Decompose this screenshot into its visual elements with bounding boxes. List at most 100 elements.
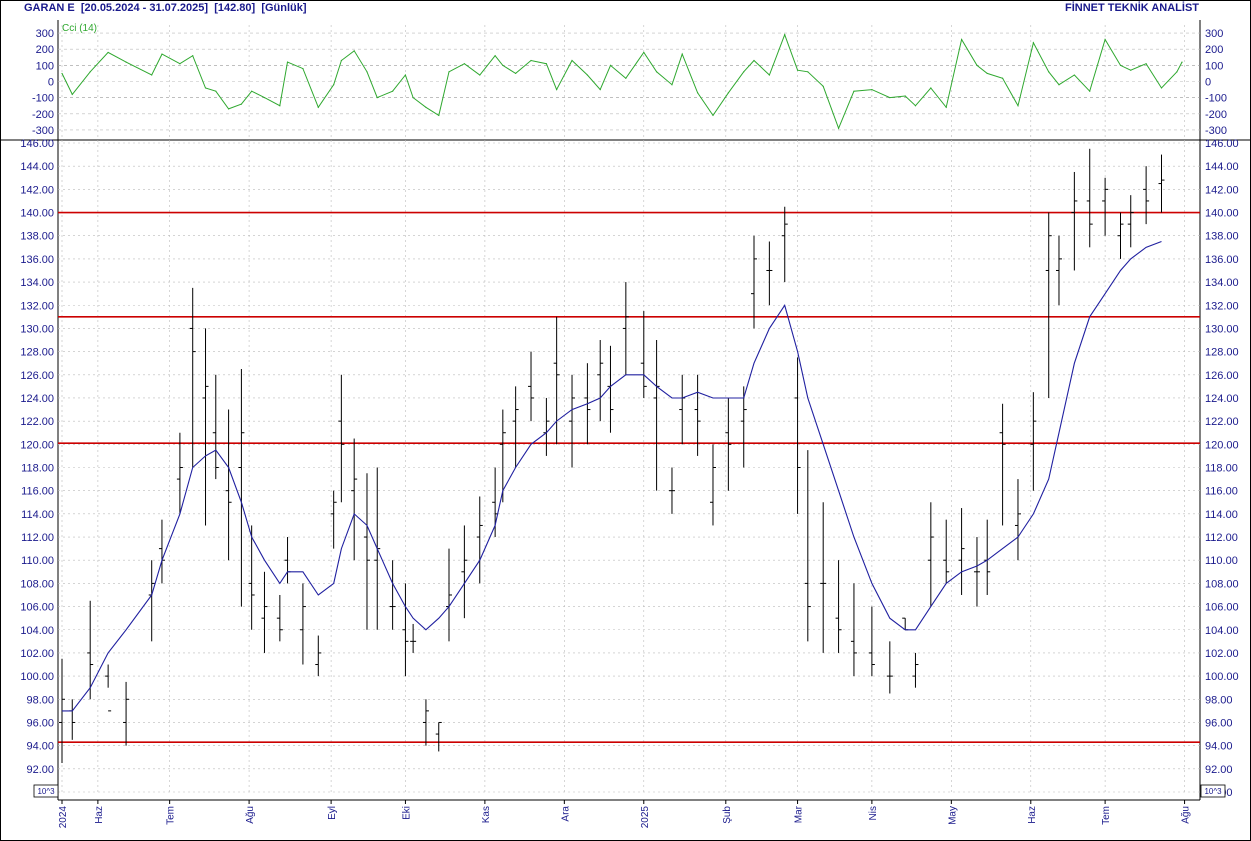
ohlc-bar — [212, 374, 219, 480]
ohlc-bar — [1117, 212, 1124, 259]
cci-tick-label-left: -300 — [32, 125, 54, 137]
ohlc-bar — [1045, 212, 1052, 398]
cci-point — [286, 61, 289, 63]
cci-tick-label-right: 0 — [1205, 77, 1211, 89]
price-tick-label-right: 136.00 — [1205, 254, 1239, 266]
price-tick-label-left: 106.00 — [20, 602, 54, 614]
price-tick-label-left: 142.00 — [20, 184, 54, 196]
price-tick-label-left: 98.00 — [26, 694, 54, 706]
ohlc-bar — [553, 316, 560, 445]
cci-point — [502, 64, 504, 66]
cci-point — [671, 84, 673, 86]
price-tick-label-right: 106.00 — [1205, 602, 1239, 614]
ohlc-bar — [958, 508, 965, 595]
cci-tick-label-right: 100 — [1205, 60, 1223, 72]
ohlc-bar — [158, 519, 165, 584]
price-tick-label-right: 142.00 — [1205, 184, 1239, 196]
cci-tick-label-right: 200 — [1205, 44, 1223, 56]
ohlc-bar — [351, 438, 358, 561]
cci-point — [425, 106, 427, 108]
cci-point — [333, 84, 335, 86]
cci-point — [215, 90, 217, 92]
cci-point — [107, 51, 109, 54]
price-tick-label-right: 100.00 — [1205, 671, 1239, 683]
cci-point — [192, 55, 194, 57]
cci-point — [743, 71, 745, 73]
ohlc-bar — [1086, 148, 1093, 248]
moving-average-line — [62, 240, 1162, 712]
price-tick-label-left: 140.00 — [20, 208, 54, 220]
price-tick-label-right: 110.00 — [1205, 555, 1238, 567]
price-tick-label-right: 128.00 — [1205, 347, 1239, 359]
price-tick-label-left: 112.00 — [21, 532, 54, 544]
cci-point — [871, 88, 873, 91]
cci-point — [1119, 64, 1122, 66]
ohlc-bar — [315, 635, 322, 677]
ohlc-bar — [640, 311, 647, 398]
x-tick-label: Tem — [1101, 806, 1112, 825]
chart-svg: 2024 Haz Tem Ağu Eyl Eki Kas Ara 2025 Şub Mar Nis Ma… — [0, 0, 1251, 828]
ohlc-bar — [750, 235, 757, 329]
ohlc-bar — [225, 409, 232, 561]
price-tick-label-left: 126.00 — [20, 370, 54, 382]
x-tick-label: Eki — [401, 806, 412, 820]
cci-point — [392, 90, 394, 92]
ohlc-bar — [123, 681, 130, 746]
cci-point — [837, 127, 840, 129]
price-tick-label-left: 144.00 — [20, 161, 54, 173]
price-tick-label-right: 134.00 — [1205, 277, 1239, 289]
ohlc-bar — [238, 368, 245, 607]
price-tick-label-right: 130.00 — [1205, 323, 1239, 335]
cci-point — [179, 63, 181, 65]
price-tick-label-right: 108.00 — [1205, 578, 1239, 590]
ohlc-bar — [850, 583, 857, 677]
ohlc-bar — [461, 525, 468, 619]
price-tick-label-right: 96.00 — [1205, 717, 1233, 729]
cci-point — [161, 53, 163, 55]
price-tick-label-left: 110.00 — [21, 555, 54, 567]
ohlc-bar — [69, 699, 76, 740]
cci-point — [251, 90, 253, 92]
cci-tick-label-right: -200 — [1205, 109, 1227, 121]
ohlc-bar — [476, 496, 483, 584]
cci-point — [204, 87, 207, 89]
price-tick-label-left: 118.00 — [21, 463, 54, 475]
cci-point — [556, 88, 558, 91]
cci-point — [240, 103, 243, 105]
scale-box-left-label: 10^3 — [37, 787, 55, 796]
cci-point — [448, 71, 450, 73]
cci-point — [1073, 74, 1075, 76]
cci-tick-label-left: 200 — [36, 44, 54, 56]
ohlc-bar — [1055, 235, 1062, 306]
price-tick-label-right: 140.00 — [1205, 208, 1239, 220]
cci-point — [727, 92, 729, 94]
price-tick-label-right: 132.00 — [1205, 300, 1239, 312]
cci-point — [353, 50, 355, 52]
cci-tick-label-left: 300 — [36, 28, 54, 40]
cci-point — [340, 59, 342, 62]
price-tick-label-left: 134.00 — [20, 277, 54, 289]
cci-point — [681, 53, 683, 55]
cci-point — [753, 59, 755, 62]
cci-point — [609, 64, 612, 66]
ohlc-bar — [148, 560, 155, 642]
cci-point — [227, 108, 230, 110]
cci-point — [712, 114, 714, 116]
price-tick-label-right: 122.00 — [1205, 416, 1239, 428]
ohlc-bar — [868, 606, 875, 677]
ohlc-bar — [912, 652, 919, 688]
cci-point — [784, 34, 786, 36]
price-tick-label-right: 116.00 — [1205, 486, 1238, 498]
price-tick-label-left: 124.00 — [20, 393, 54, 405]
cci-point — [807, 71, 809, 73]
ohlc-bar — [1143, 166, 1150, 225]
cci-point — [625, 77, 627, 79]
ohlc-bar — [653, 340, 660, 491]
ohlc-bar — [402, 583, 409, 677]
cci-point — [571, 59, 573, 62]
cci-point — [412, 97, 414, 99]
price-tick-label-left: 122.00 — [20, 416, 54, 428]
cci-point — [986, 72, 988, 75]
ohlc-bar — [435, 721, 442, 752]
ohlc-bar — [835, 560, 842, 653]
